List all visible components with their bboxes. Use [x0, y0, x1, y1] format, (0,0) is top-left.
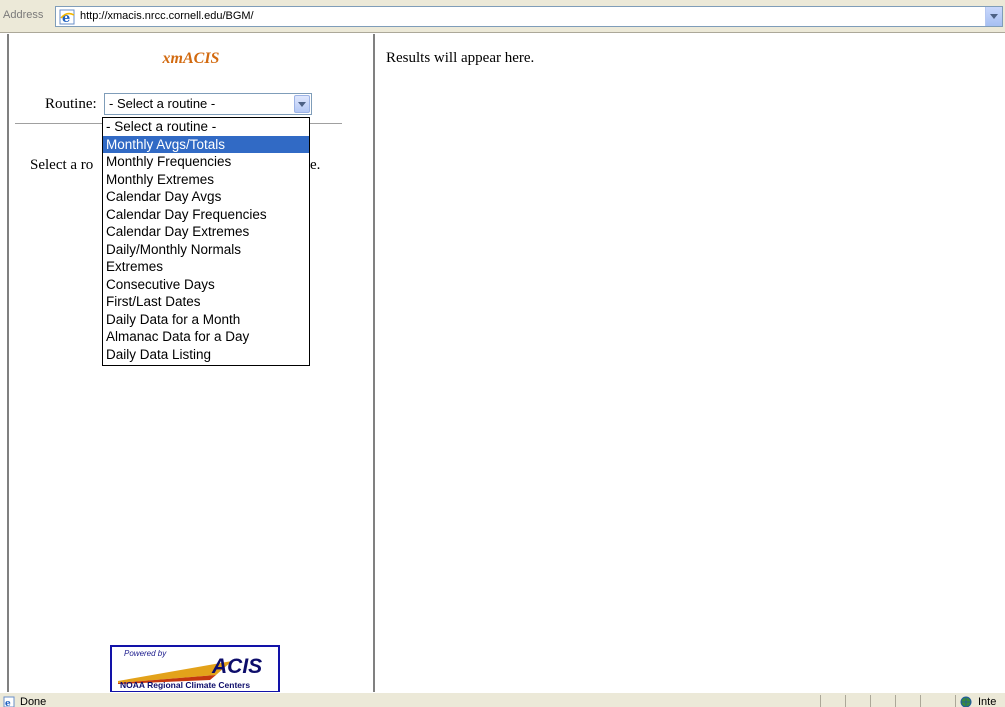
- logo-name: ACIS: [212, 655, 263, 678]
- routine-option[interactable]: Daily Data Listing: [103, 346, 309, 364]
- routine-label: Routine:: [45, 96, 97, 112]
- chevron-down-icon: [990, 14, 998, 19]
- address-dropdown-button[interactable]: [985, 7, 1002, 26]
- globe-icon: [960, 696, 972, 707]
- routine-select-button[interactable]: [294, 95, 310, 113]
- routine-option[interactable]: Daily Data for a Month: [103, 311, 309, 329]
- routine-option[interactable]: Consecutive Days: [103, 276, 309, 294]
- routine-option[interactable]: Extremes: [103, 258, 309, 276]
- status-separator: [920, 695, 921, 707]
- routine-option[interactable]: Monthly Avgs/Totals: [103, 135, 309, 153]
- routine-option[interactable]: - Select a routine -: [103, 118, 309, 136]
- svg-text:e: e: [5, 699, 11, 707]
- routine-option[interactable]: Almanac Data for a Day: [103, 328, 309, 346]
- status-text: Done: [20, 696, 47, 707]
- routine-option[interactable]: Calendar Day Extremes: [103, 223, 309, 241]
- routine-select-value: - Select a routine -: [109, 96, 216, 111]
- routine-options-list[interactable]: - Select a routine - Monthly Avgs/Totals M…: [102, 117, 310, 366]
- results-placeholder: Results will appear here.: [386, 50, 535, 66]
- status-separator: [955, 695, 956, 707]
- logo-subtitle: NOAA Regional Climate Centers: [120, 680, 251, 690]
- routine-option[interactable]: Daily/Monthly Normals: [103, 241, 309, 259]
- app-title: xmACIS: [162, 50, 220, 67]
- routine-option[interactable]: Calendar Day Frequencies: [103, 206, 309, 224]
- routine-option[interactable]: Calendar Day Avgs: [103, 188, 309, 206]
- routine-option[interactable]: Monthly Extremes: [103, 171, 309, 189]
- status-separator: [895, 695, 896, 707]
- address-bar: Address e http://xmacis.nrcc.cornell.edu…: [0, 0, 1005, 33]
- logo-powered-by: Powered by: [124, 649, 167, 658]
- routine-option[interactable]: First/Last Dates: [103, 293, 309, 311]
- url-text[interactable]: http://xmacis.nrcc.cornell.edu/BGM/: [80, 10, 254, 22]
- page-done-icon: e: [3, 696, 15, 707]
- status-separator: [845, 695, 846, 707]
- routine-select[interactable]: - Select a routine -: [104, 93, 312, 115]
- status-bar: e Done Inte: [0, 692, 1005, 707]
- acis-logo[interactable]: Powered by ACIS NOAA Regional Climate Ce…: [110, 645, 280, 693]
- status-separator: [820, 695, 821, 707]
- chevron-down-icon: [298, 102, 306, 107]
- routine-option[interactable]: Monthly Frequencies: [103, 153, 309, 171]
- zone-text: Inte: [978, 696, 997, 707]
- address-field[interactable]: e http://xmacis.nrcc.cornell.edu/BGM/: [55, 6, 1003, 27]
- ie-page-icon: e: [59, 9, 75, 25]
- status-separator: [870, 695, 871, 707]
- address-label: Address: [3, 9, 44, 21]
